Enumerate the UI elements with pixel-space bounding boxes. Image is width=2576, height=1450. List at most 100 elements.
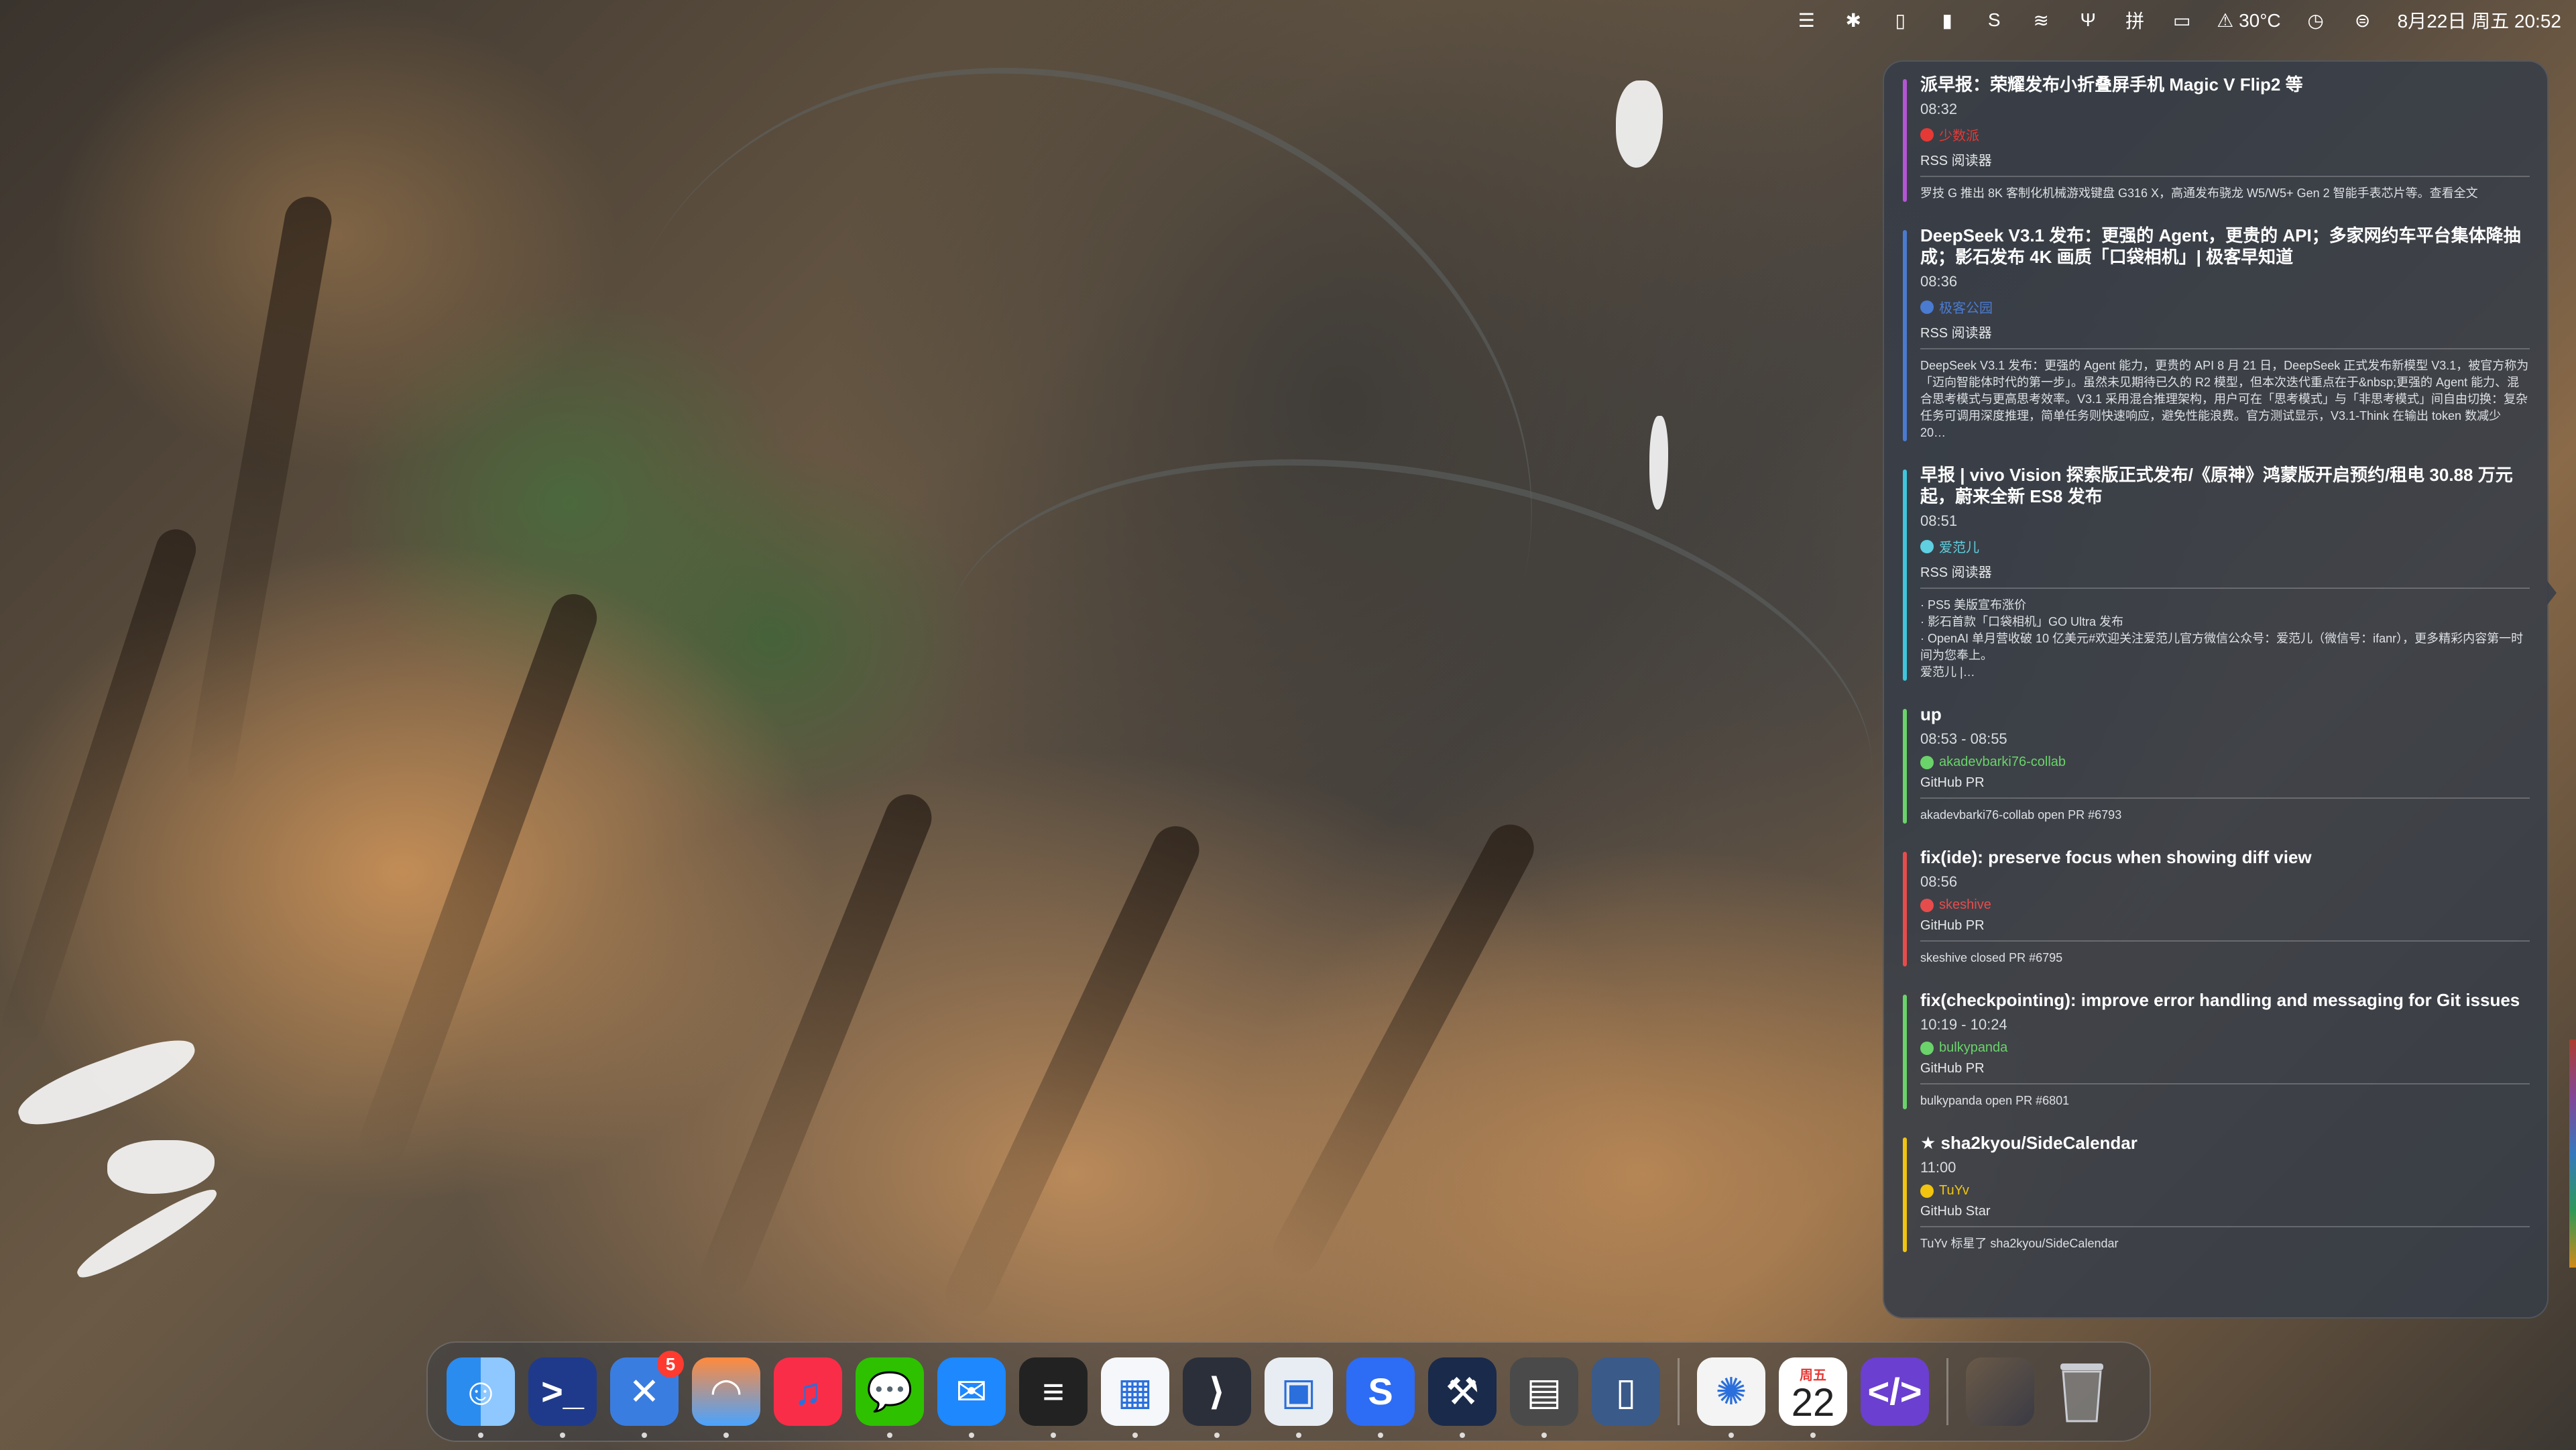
event-author[interactable]: 少数派 (1920, 125, 2530, 144)
app-glyph: ⟩ (1208, 1370, 1226, 1412)
wallpaper-ridge (0, 524, 201, 1047)
menu-bar-clock[interactable]: 8月22日 周五 20:52 (2398, 7, 2561, 34)
stage-manager-icon[interactable]: ☰ (1794, 10, 1818, 31)
event-time: 08:32 (1920, 101, 1958, 117)
event-author[interactable]: 极客公园 (1920, 297, 2530, 317)
event-time: 11:00 (1920, 1159, 1956, 1176)
event-list: 派早报：荣耀发布小折叠屏手机 Magic V Flip2 等 08:32 少数派… (1884, 62, 2547, 1263)
control-center-icon[interactable]: ⊜ (2351, 10, 2375, 31)
event-author[interactable]: skeshive (1920, 897, 2530, 913)
running-indicator (1541, 1433, 1547, 1438)
weather-indicator[interactable]: ⚠ 30°C (2217, 9, 2280, 32)
event-author-name: 极客公园 (1939, 301, 1993, 316)
event-divider (1920, 176, 2530, 177)
event-item[interactable]: fix(checkpointing): improve error handli… (1903, 977, 2530, 1120)
event-divider (1920, 1226, 2530, 1227)
wallpaper-ridge (353, 588, 603, 1171)
event-author-name: skeshive (1939, 897, 1991, 912)
event-description: TuYv 标星了 sha2kyou/SideCalendar (1920, 1237, 2119, 1250)
author-avatar-icon (1920, 1041, 1934, 1055)
app-glyph: ✉ (955, 1370, 988, 1412)
event-title: up (1920, 704, 1942, 724)
event-author[interactable]: akadevbarki76-collab (1920, 755, 2530, 770)
running-indicator (1460, 1433, 1465, 1438)
arc-browser-icon[interactable]: ◠ (692, 1357, 760, 1438)
fork-icon[interactable]: Ψ (2076, 9, 2100, 30)
event-divider (1920, 797, 2530, 799)
bluetooth-dnd-icon[interactable]: ✱ (1841, 10, 1865, 31)
wifi-icon[interactable]: ≋ (2029, 10, 2053, 31)
dock-separator (1946, 1358, 1948, 1425)
warning-icon: ⚠ (2217, 9, 2234, 31)
wallpaper-ridge (937, 818, 1207, 1325)
event-author-name: akadevbarki76-collab (1939, 755, 2066, 769)
event-time: 08:56 (1920, 873, 1958, 890)
event-item[interactable]: 早报 | vivo Vision 探索版正式发布/《原神》鸿蒙版开启预约/租电 … (1903, 452, 2530, 691)
author-avatar-icon (1920, 539, 1934, 553)
wallpaper-snow (107, 1140, 215, 1194)
event-item[interactable]: up 08:53 - 08:55 akadevbarki76-collab Gi… (1903, 691, 2530, 834)
wechat-icon[interactable]: 💬 (856, 1357, 924, 1438)
shadowsocks-icon[interactable]: S (1982, 9, 2006, 30)
app-glyph: ☺ (461, 1370, 500, 1412)
downloads-stack-icon[interactable] (1966, 1357, 2034, 1426)
author-avatar-icon (1920, 755, 1934, 769)
event-color-bar (1903, 1137, 1907, 1252)
app-glyph: 💬 (866, 1370, 913, 1412)
menu-bar-extras: ☰ ✱ ▯ ▮ S ≋ Ψ 拼 ▭ ⚠ 30°C ◷ ⊜ 8月22日 周五 20… (1794, 0, 2561, 40)
finder-icon[interactable]: ☺ (447, 1357, 515, 1438)
time-machine-icon[interactable]: ◷ (2304, 10, 2328, 31)
app-glyph: ▦ (1117, 1370, 1153, 1412)
chatgpt-icon[interactable]: ✺ (1697, 1357, 1765, 1438)
running-indicator (1051, 1433, 1056, 1438)
running-indicator (723, 1433, 729, 1438)
notes-icon[interactable]: ≡ (1019, 1357, 1088, 1438)
event-author[interactable]: 爱范儿 (1920, 537, 2530, 556)
music-icon[interactable]: ♫ (774, 1357, 842, 1426)
event-item[interactable]: ★ sha2kyou/SideCalendar 11:00 TuYv GitHu… (1903, 1120, 2530, 1263)
wallpaper-snow (11, 1029, 204, 1137)
event-divider (1920, 1083, 2530, 1084)
code-editor-icon[interactable]: </> (1861, 1357, 1929, 1426)
wallpaper-snow (1616, 80, 1663, 168)
wallpaper-ridge (184, 192, 335, 796)
shadowrocket-icon[interactable]: S (1346, 1357, 1415, 1438)
trash-icon[interactable] (2048, 1357, 2116, 1426)
mail-icon[interactable]: ✉ (937, 1357, 1006, 1438)
weather-temp: 30°C (2239, 9, 2281, 31)
event-color-bar (1903, 852, 1907, 966)
xcode-tools-icon[interactable]: ✕ 5 (610, 1351, 684, 1438)
screenshot-tool-icon[interactable]: ▣ (1265, 1357, 1333, 1438)
event-author[interactable]: TuYv (1920, 1183, 2530, 1198)
running-indicator (560, 1433, 565, 1438)
event-divider (1920, 588, 2530, 589)
dock: ☺ >_ ✕ 5 ◠ ♫ 💬 ✉ ≡ ▦ ⟩ ▣ S ⚒ ▤ ▯ ✺ 周五 22 </> (426, 1341, 2151, 1442)
vscode-icon[interactable]: ⟩ (1183, 1357, 1251, 1438)
author-avatar-icon (1920, 1184, 1934, 1198)
side-calendar-panel[interactable]: 派早报：荣耀发布小折叠屏手机 Magic V Flip2 等 08:32 少数派… (1883, 60, 2549, 1319)
sidebar-right-icon[interactable]: ▮ (1935, 10, 1959, 31)
event-item[interactable]: fix(ide): preserve focus when showing di… (1903, 834, 2530, 977)
event-item[interactable]: 派早报：荣耀发布小折叠屏手机 Magic V Flip2 等 08:32 少数派… (1903, 62, 2530, 213)
event-color-bar (1903, 79, 1907, 202)
event-item[interactable]: DeepSeek V3.1 发布：更强的 Agent，更贵的 API；多家网约车… (1903, 213, 2530, 452)
input-method-icon[interactable]: 拼 (2123, 10, 2147, 32)
battery-icon[interactable]: ▭ (2170, 10, 2194, 31)
running-indicator (642, 1433, 647, 1438)
running-indicator (478, 1433, 483, 1438)
terminal-icon[interactable]: >_ (528, 1357, 597, 1438)
calendar-icon[interactable]: 周五 22 (1779, 1357, 1847, 1438)
simulator-icon[interactable]: ▯ (1592, 1357, 1660, 1426)
panel-pointer (2547, 581, 2557, 605)
windows-app-icon[interactable]: ▦ (1101, 1357, 1169, 1438)
event-color-bar (1903, 995, 1907, 1109)
app-glyph: ✕ (628, 1370, 660, 1412)
event-source: GitHub Star (1920, 1204, 1991, 1219)
event-description: skeshive closed PR #6795 (1920, 951, 2063, 964)
event-source: GitHub PR (1920, 918, 1985, 933)
event-time: 10:19 - 10:24 (1920, 1016, 2007, 1033)
files-icon[interactable]: ▤ (1510, 1357, 1578, 1438)
sidebar-left-icon[interactable]: ▯ (1888, 10, 1912, 31)
event-author[interactable]: bulkypanda (1920, 1040, 2530, 1056)
xcode-beta-icon[interactable]: ⚒ (1428, 1357, 1497, 1438)
